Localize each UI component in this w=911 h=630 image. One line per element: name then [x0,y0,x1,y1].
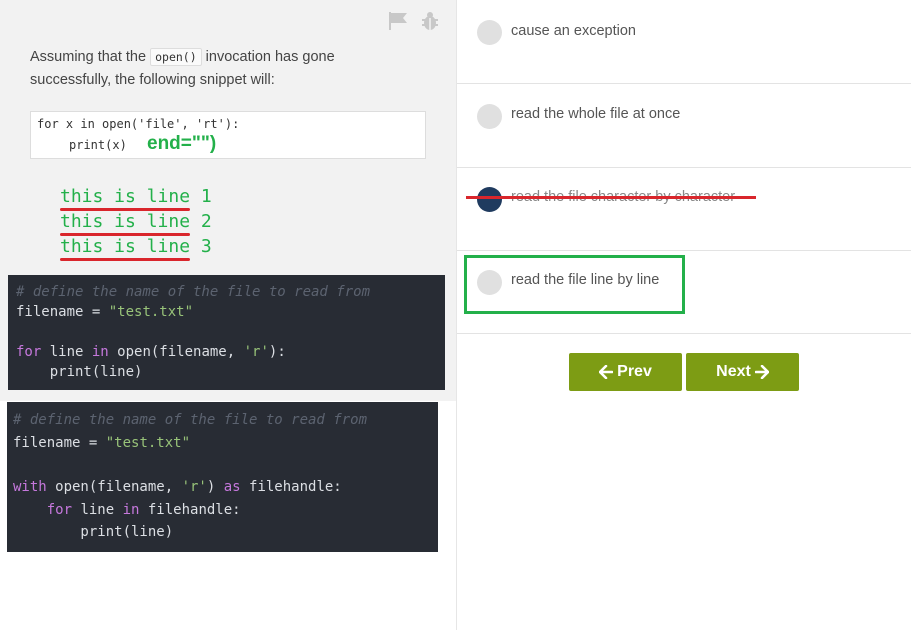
code-token: filehandle: [139,502,241,518]
answer-label: cause an exception [511,23,636,39]
snippet1-line-2: filename = "test.txt" [16,304,193,320]
inline-code: open() [150,48,202,66]
snippet2-line-5: print(line) [13,524,173,540]
arrow-left-icon [599,365,614,379]
code-token: filename [13,435,81,451]
code-token: line [41,344,92,360]
output-line: this is line 1 [60,186,212,211]
code-token: line [72,502,123,518]
question-text: Assuming that the open() invocation has … [30,46,410,92]
code-snippet-1: # define the name of the file to read fr… [8,275,445,390]
prev-button[interactable]: Prev [569,353,682,391]
code-line-1: for x in open('file', 'rt'): [37,117,240,131]
code-token: open(filename, [108,344,244,360]
code-token: print(line) [16,364,143,380]
answer-option[interactable]: read the whole file at once [457,84,911,168]
snippet1-line-4: print(line) [16,364,143,380]
code-token: = [83,304,109,320]
code-token: filename [16,304,84,320]
code-keyword: as [223,479,241,495]
comment-text: # define the name of the file to read fr… [16,284,371,300]
code-token: = [80,435,106,451]
code-string: 'r' [181,479,207,495]
code-keyword: for [16,344,42,360]
arrow-right-icon [754,365,769,379]
answer-label: read the whole file at once [511,106,681,122]
flag-icon[interactable] [387,10,409,32]
code-token: filehandle: [240,479,342,495]
code-string: 'r' [243,344,269,360]
bug-icon[interactable] [419,10,441,32]
green-highlight-box [464,255,685,314]
code-snippet-2: # define the name of the file to read fr… [7,402,438,552]
radio-button-selected[interactable] [477,187,502,212]
end-parameter-annotation: end="") [147,133,217,154]
output-line: this is line 3 [60,236,212,261]
output-line: this is line 2 [60,211,212,236]
code-keyword: with [13,479,47,495]
code-token: print(line) [13,524,174,540]
question-toolbar [387,10,443,34]
snippet1-line-3: for line in open(filename, 'r'): [16,344,286,360]
code-string: "test.txt" [108,304,194,320]
snippet2-line-3: with open(filename, 'r') as filehandle: [13,479,342,495]
question-code-block: for x in open('file', 'rt'): print(x) [30,111,426,159]
code-token: open(filename, [46,479,182,495]
code-keyword: in [91,344,109,360]
snippet1-comment: # define the name of the file to read fr… [16,284,370,300]
code-token: ) [206,479,224,495]
output-line-text: this is line 1 [60,186,212,207]
code-line-2: print(x) [69,138,127,152]
output-line-text: this is line 2 [60,211,212,232]
code-keyword: for [46,502,73,518]
snippet2-line-4: for line in filehandle: [13,502,241,518]
code-string: "test.txt" [105,435,191,451]
snippet2-line-2: filename = "test.txt" [13,435,190,451]
next-label: Next [716,363,751,380]
question-text-before: Assuming that the [30,49,151,65]
code-token: ): [268,344,286,360]
radio-button[interactable] [477,104,502,129]
output-line-text: this is line 3 [60,236,212,257]
next-button[interactable]: Next [686,353,799,391]
red-underline [60,258,190,261]
snippet2-comment: # define the name of the file to read fr… [13,412,367,428]
radio-button[interactable] [477,20,502,45]
comment-text: # define the name of the file to read fr… [13,412,368,428]
red-strikethrough [466,196,756,199]
code-keyword: in [122,502,140,518]
output-annotation: this is line 1 this is line 2 this is li… [60,186,212,261]
prev-label: Prev [617,363,652,380]
answer-option[interactable]: read the file character by character [457,167,911,251]
answer-option[interactable]: cause an exception [457,0,911,84]
